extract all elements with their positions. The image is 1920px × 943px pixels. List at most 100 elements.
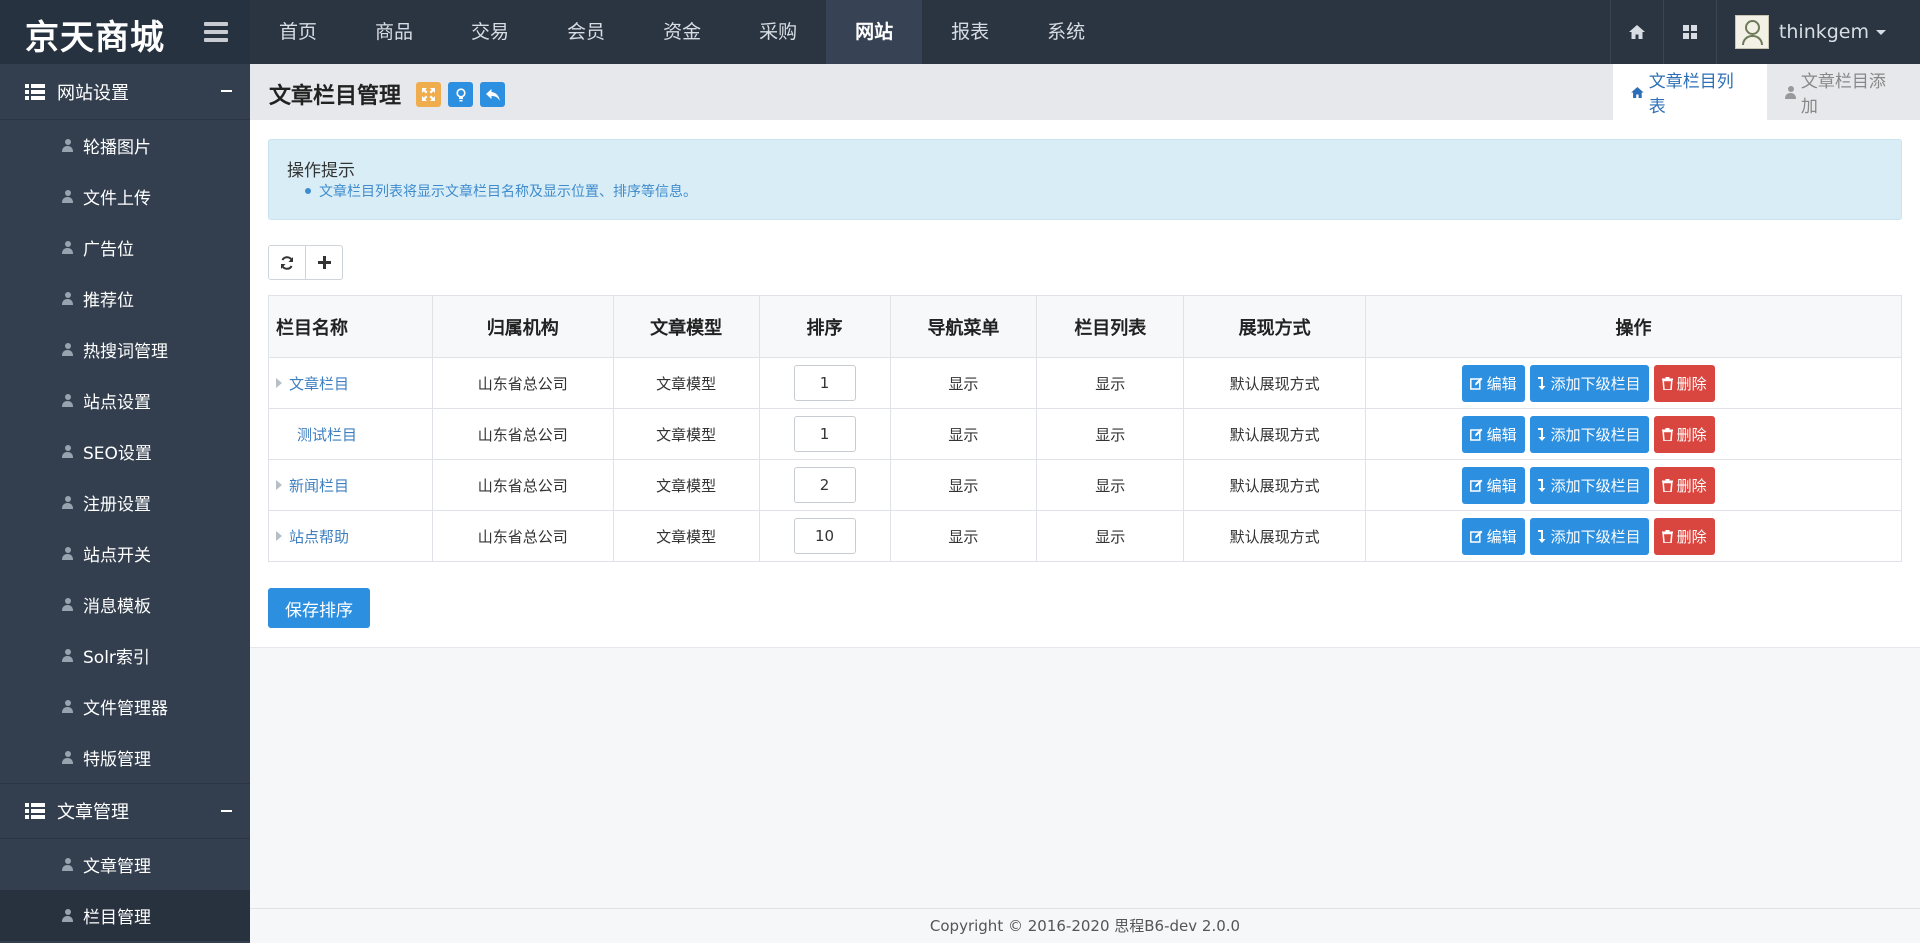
nav-item-home[interactable]: 首页: [250, 0, 346, 64]
nav-item-goods[interactable]: 商品: [346, 0, 442, 64]
nav-item-purchase[interactable]: 采购: [730, 0, 826, 64]
nav-item-member[interactable]: 会员: [538, 0, 634, 64]
home-icon: [1628, 25, 1645, 39]
sidebar-item-recommend[interactable]: 推荐位: [0, 273, 250, 324]
user-icon: [62, 598, 73, 611]
user-icon: [62, 909, 73, 922]
add-child-label: 添加下级栏目: [1550, 374, 1641, 393]
sidebar-item-solr[interactable]: Solr索引: [0, 630, 250, 681]
category-link[interactable]: 新闻栏目: [289, 477, 349, 495]
org-cell: 山东省总公司: [431, 459, 614, 511]
nav-item-funds[interactable]: 资金: [634, 0, 730, 64]
apps-button[interactable]: [1662, 0, 1716, 64]
sort-input[interactable]: [793, 467, 856, 503]
sidebar-item-carousel[interactable]: 轮播图片: [0, 120, 250, 171]
save-sort-button[interactable]: 保存排序: [268, 588, 370, 628]
add-child-button[interactable]: 添加下级栏目: [1529, 364, 1649, 402]
delete-button[interactable]: 删除: [1653, 415, 1715, 453]
expand-arrow-icon[interactable]: [276, 479, 282, 490]
actions-cell: 编辑 添加下级栏目 删除: [1365, 510, 1902, 562]
sidebar-item-categories[interactable]: 栏目管理: [0, 890, 250, 941]
sidebar-item-file-manager[interactable]: 文件管理器: [0, 681, 250, 732]
sort-input[interactable]: [793, 518, 856, 554]
nav-item-website[interactable]: 网站: [826, 0, 923, 64]
sidebar-item-register[interactable]: 注册设置: [0, 477, 250, 528]
user-icon: [62, 343, 73, 356]
edit-button[interactable]: 编辑: [1461, 364, 1525, 402]
delete-button[interactable]: 删除: [1653, 364, 1715, 402]
display-mode-cell: 默认展现方式: [1183, 510, 1367, 562]
category-link[interactable]: 测试栏目: [297, 426, 357, 444]
tab-category-add[interactable]: 文章栏目添加: [1767, 64, 1920, 120]
collapse-icon[interactable]: [221, 810, 232, 812]
expand-arrow-icon[interactable]: [276, 530, 282, 541]
column-header: 栏目列表: [1036, 295, 1185, 358]
menu-toggle-icon[interactable]: [204, 22, 228, 42]
user-icon: [62, 139, 73, 152]
sidebar-item-site-switch[interactable]: 站点开关: [0, 528, 250, 579]
sidebar-item-message-template[interactable]: 消息模板: [0, 579, 250, 630]
list-cell: 显示: [1036, 459, 1185, 511]
sidebar-item-label: Solr索引: [83, 648, 150, 668]
expand-arrow-icon[interactable]: [276, 377, 282, 388]
category-link[interactable]: 站点帮助: [289, 528, 349, 546]
tips-title: 操作提示: [287, 161, 355, 181]
nav-item-report[interactable]: 报表: [922, 0, 1018, 64]
tab-category-list[interactable]: 文章栏目列表: [1613, 64, 1767, 120]
add-child-label: 添加下级栏目: [1550, 476, 1641, 495]
nav-item-system[interactable]: 系统: [1018, 0, 1114, 64]
brand-logo[interactable]: 京天商城: [0, 0, 250, 64]
edit-button[interactable]: 编辑: [1461, 415, 1525, 453]
sidebar-item-hot-search[interactable]: 热搜词管理: [0, 324, 250, 375]
sort-cell: [758, 510, 891, 562]
add-child-button[interactable]: 添加下级栏目: [1529, 517, 1649, 555]
column-header: 导航菜单: [889, 295, 1038, 358]
sidebar-item-special-edition[interactable]: 特版管理: [0, 732, 250, 783]
home-button[interactable]: [1609, 0, 1663, 64]
sidebar-group-website-settings[interactable]: 网站设置: [0, 64, 250, 120]
list-cell: 显示: [1036, 357, 1185, 409]
user-icon: [62, 292, 73, 305]
org-cell: 山东省总公司: [431, 357, 614, 409]
sidebar-item-articles[interactable]: 文章管理: [0, 839, 250, 890]
nav-menu-cell: 显示: [889, 357, 1038, 409]
edit-button[interactable]: 编辑: [1461, 466, 1525, 504]
edit-label: 编辑: [1486, 476, 1517, 495]
user-name: thinkgem: [1778, 21, 1869, 43]
fullscreen-button[interactable]: [416, 82, 441, 107]
delete-button[interactable]: 删除: [1653, 517, 1715, 555]
model-cell: 文章模型: [612, 357, 760, 409]
user-icon: [1785, 85, 1796, 99]
sort-input[interactable]: [793, 416, 856, 452]
level-down-icon: [1537, 529, 1546, 543]
refresh-button[interactable]: [268, 245, 306, 280]
add-child-button[interactable]: 添加下级栏目: [1529, 466, 1649, 504]
sidebar-item-seo[interactable]: SEO设置: [0, 426, 250, 477]
user-menu[interactable]: thinkgem: [1715, 0, 1920, 64]
sidebar-item-site-settings[interactable]: 站点设置: [0, 375, 250, 426]
sidebar: 网站设置 轮播图片 文件上传 广告位 推荐位 热搜词管理 站点设置 SEO设置 …: [0, 64, 250, 943]
table-row: 测试栏目 山东省总公司 文章模型 显示 显示 默认展现方式 编辑 添加下级栏目 …: [268, 408, 1902, 460]
sidebar-item-ad-slot[interactable]: 广告位: [0, 222, 250, 273]
sort-cell: [758, 408, 891, 460]
tips-button[interactable]: [448, 82, 473, 107]
copyright-text: Copyright © 2016-2020 思程B6-dev 2.0.0: [929, 917, 1241, 935]
model-cell: 文章模型: [612, 510, 760, 562]
delete-button[interactable]: 删除: [1653, 466, 1715, 504]
nav-item-trade[interactable]: 交易: [442, 0, 538, 64]
collapse-icon[interactable]: [221, 90, 232, 92]
sidebar-item-file-upload[interactable]: 文件上传: [0, 171, 250, 222]
content-panel: 文章栏目管理 文章栏目列表 文章栏目添加 操作提示 文章栏目列表将显示文章栏目名…: [250, 64, 1920, 648]
category-link[interactable]: 文章栏目: [289, 375, 349, 393]
edit-button[interactable]: 编辑: [1461, 517, 1525, 555]
user-icon: [62, 700, 73, 713]
edit-icon: [1469, 428, 1483, 441]
add-child-button[interactable]: 添加下级栏目: [1529, 415, 1649, 453]
column-header: 操作: [1365, 295, 1902, 358]
sidebar-group-label: 文章管理: [57, 802, 129, 823]
sort-input[interactable]: [793, 365, 856, 401]
add-button[interactable]: [305, 245, 343, 280]
back-button[interactable]: [480, 82, 505, 107]
display-mode-cell: 默认展现方式: [1183, 459, 1367, 511]
sidebar-group-article-management[interactable]: 文章管理: [0, 783, 250, 839]
